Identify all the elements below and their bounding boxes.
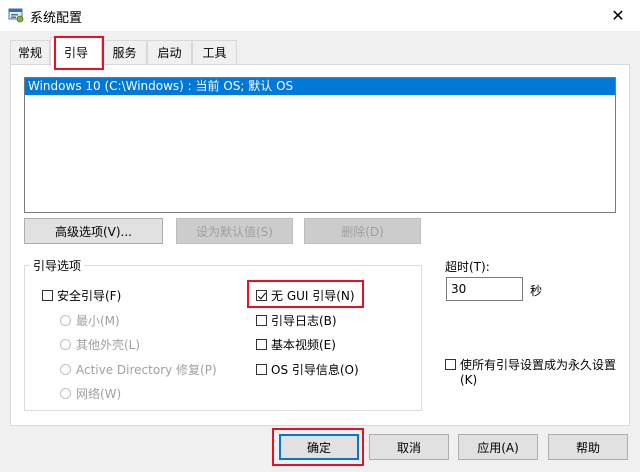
checkbox-box: [42, 290, 53, 301]
checkbox-label: OS 引导信息(O): [271, 363, 359, 377]
close-button[interactable]: ✕: [596, 0, 640, 30]
tab-label: 工具: [202, 46, 227, 60]
apply-button[interactable]: 应用(A): [458, 434, 538, 460]
tab-label: 常规: [17, 46, 42, 60]
msconfig-icon: [8, 7, 24, 23]
boot-log-checkbox[interactable]: 引导日志(B): [256, 312, 337, 329]
button-label: 删除(D): [341, 224, 384, 239]
checkbox-box: [256, 315, 267, 326]
tab-general[interactable]: 常规: [10, 40, 50, 64]
minimal-radio[interactable]: 最小(M): [60, 312, 120, 329]
cancel-button[interactable]: 取消: [369, 434, 449, 460]
tab-services[interactable]: 服务: [102, 40, 147, 64]
set-default-button[interactable]: 设为默认值(S): [176, 218, 293, 244]
checkbox-label: 安全引导(F): [57, 289, 122, 303]
radio-circle: [60, 339, 71, 350]
alternate-shell-radio[interactable]: 其他外壳(L): [60, 336, 140, 353]
radio-circle: [60, 364, 71, 375]
help-button[interactable]: 帮助: [548, 434, 628, 460]
tab-label: 启动: [157, 46, 182, 60]
base-video-checkbox[interactable]: 基本视频(E): [256, 336, 336, 353]
timeout-unit: 秒: [530, 284, 543, 298]
checkbox-label: 使所有引导设置成为永久设置: [460, 358, 617, 372]
button-label: 应用(A): [477, 440, 519, 455]
title-bar: [0, 0, 640, 31]
advanced-options-button[interactable]: 高级选项(V)...: [24, 218, 163, 244]
checkbox-label: 引导日志(B): [271, 314, 337, 328]
close-icon: ✕: [611, 5, 625, 25]
radio-label: 最小(M): [76, 314, 120, 328]
tab-startup[interactable]: 启动: [147, 40, 192, 64]
delete-button[interactable]: 删除(D): [304, 218, 421, 244]
button-label: 帮助: [575, 440, 600, 455]
window-title: 系统配置: [30, 11, 83, 26]
tab-label: 服务: [112, 46, 137, 60]
button-label: 取消: [396, 440, 421, 455]
safe-boot-checkbox[interactable]: 安全引导(F): [42, 287, 121, 304]
radio-label: 网络(W): [76, 387, 122, 401]
make-permanent-checkbox[interactable]: 使所有引导设置成为永久设置: [445, 356, 616, 373]
checkbox-box: [256, 364, 267, 375]
make-permanent-label-line2: (K): [460, 373, 478, 387]
no-gui-highlight-box: [247, 280, 364, 308]
checkbox-label: 基本视频(E): [271, 338, 336, 352]
os-boot-info-checkbox[interactable]: OS 引导信息(O): [256, 361, 359, 378]
ok-highlight-box: [272, 428, 364, 466]
boot-options-label: 引导选项: [30, 257, 85, 274]
radio-label: 其他外壳(L): [76, 338, 141, 352]
boot-entry-list[interactable]: [24, 77, 616, 213]
network-radio[interactable]: 网络(W): [60, 385, 121, 402]
active-directory-radio[interactable]: Active Directory 修复(P): [60, 361, 217, 378]
boot-entry-item[interactable]: Windows 10 (C:\Windows) : 当前 OS; 默认 OS: [25, 78, 615, 95]
radio-circle: [60, 315, 71, 326]
timeout-input[interactable]: 30: [446, 277, 523, 301]
button-label: 设为默认值(S): [196, 224, 273, 239]
checkbox-box: [256, 339, 267, 350]
radio-circle: [60, 388, 71, 399]
checkbox-box: [445, 359, 456, 370]
timeout-label: 超时(T):: [445, 260, 490, 274]
radio-label: Active Directory 修复(P): [76, 363, 217, 377]
tab-highlight-box: [54, 36, 104, 70]
button-label: 高级选项(V)...: [54, 224, 133, 239]
tab-tools[interactable]: 工具: [192, 40, 237, 64]
